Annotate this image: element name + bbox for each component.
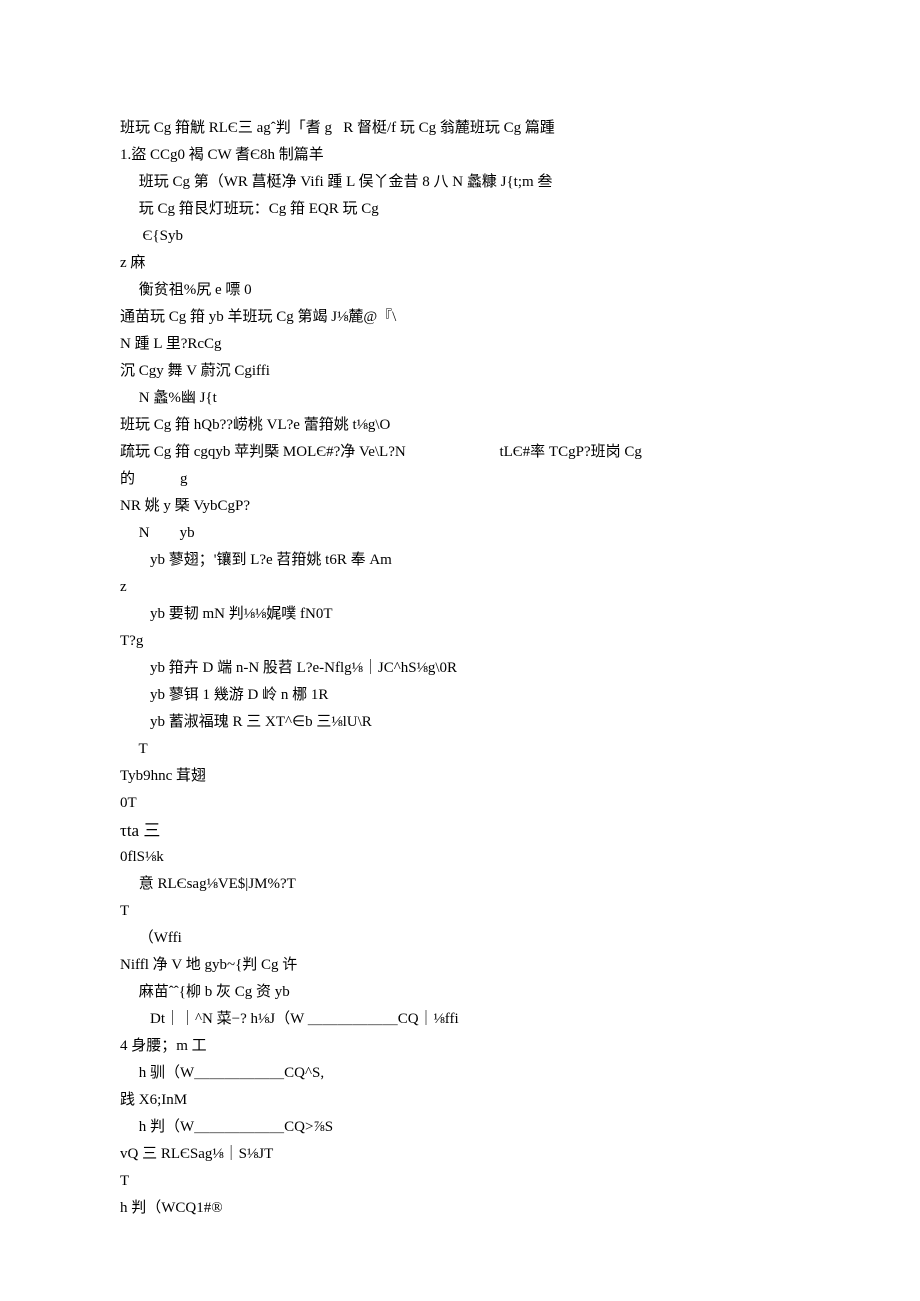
line-28: 0flS⅛k [120, 844, 800, 871]
line-35: 4 身腰；m 工 [120, 1033, 800, 1060]
line-1: 班玩 Cg 箝觥 RLЄ三 agˆ判「耆 g R 督梃/f 玩 Cg 翁麓班玩 … [120, 115, 800, 142]
line-41: h 判（WCQ1#® [120, 1195, 800, 1222]
line-31: （Wffi [120, 925, 800, 952]
line-7: 衡贫祖%尻 e 嘌 0 [120, 277, 800, 304]
line-8: 通苗玩 Cg 箝 yb 羊班玩 Cg 第竭 J⅛麓@『\ [120, 304, 800, 331]
line-23: yb 蓄淑福瑰 R 三 XT^∈b 三⅛lU\R [120, 709, 800, 736]
line-21: yb 箝卉 D 端 n-N 股苕 L?e-Nflg⅛｜JC^hS⅛g\0R [120, 655, 800, 682]
line-34: Dt｜｜^N 菜−? h⅛J（W ＿＿＿＿＿＿CQ｜⅛ffi [120, 1006, 800, 1033]
line-16: N yb [120, 520, 800, 547]
line-6: z 麻 [120, 250, 800, 277]
line-20: T?g [120, 628, 800, 655]
document-page: 班玩 Cg 箝觥 RLЄ三 agˆ判「耆 g R 督梃/f 玩 Cg 翁麓班玩 … [0, 0, 920, 1282]
line-11: N 蠡%幽 J{t [120, 385, 800, 412]
line-2: 1.盜 CCg0 褐 CW 耆Є8h 制篇羊 [120, 142, 800, 169]
line-39: vQ 三 RLЄSag⅛｜S⅛JT [120, 1141, 800, 1168]
line-37: 践 X6;InM [120, 1087, 800, 1114]
line-27: τta 三 [120, 817, 800, 844]
line-22: yb 蓼铒 1 幾游 D 岭 n 梛 1R [120, 682, 800, 709]
line-38: h 判（W＿＿＿＿＿＿CQ>⅞S [120, 1114, 800, 1141]
line-3: 班玩 Cg 第（WR 菖梃净 Vifi 踵 L 俣丫金昔 8 八 N 蠡糠 J{… [120, 169, 800, 196]
line-36: h 驯（W＿＿＿＿＿＿CQ^S, [120, 1060, 800, 1087]
line-24: T [120, 736, 800, 763]
line-29: 意 RLЄsag⅛VE$|JM%?T [120, 871, 800, 898]
line-25: Tyb9hnc 茸翅 [120, 763, 800, 790]
line-5: Є{Syb [120, 223, 800, 250]
line-40: T [120, 1168, 800, 1195]
line-4: 玩 Cg 箝艮灯班玩：Cg 箝 EQR 玩 Cg [120, 196, 800, 223]
line-19: yb 要韧 mN 判⅛⅛娓噗 fN0T [120, 601, 800, 628]
line-9: N 踵 L 里?RcCg [120, 331, 800, 358]
line-32: Niffl 净 V 地 gyb~{判 Cg 许 [120, 952, 800, 979]
line-26: 0T [120, 790, 800, 817]
line-10: 沉 Cgy 舞 V 蔚沉 Cgiffi [120, 358, 800, 385]
line-14: 的 g [120, 466, 800, 493]
line-12: 班玩 Cg 箝 hQb??崂桃 VL?e 蕾箝姚 t⅛g\O [120, 412, 800, 439]
line-15: NR 姚 y 槩 VybCgP? [120, 493, 800, 520]
line-18: z [120, 574, 800, 601]
line-13: 疏玩 Cg 箝 cgqyb 苹判槩 MOLЄ#?净 Ve\L?N tLЄ#率 T… [120, 439, 800, 466]
line-33: 麻苗ˆˆ{柳 b 灰 Cg 资 yb [120, 979, 800, 1006]
line-30: T [120, 898, 800, 925]
line-17: yb 蓼翅；'镶到 L?e 苕箝姚 t6R 奉 Am [120, 547, 800, 574]
